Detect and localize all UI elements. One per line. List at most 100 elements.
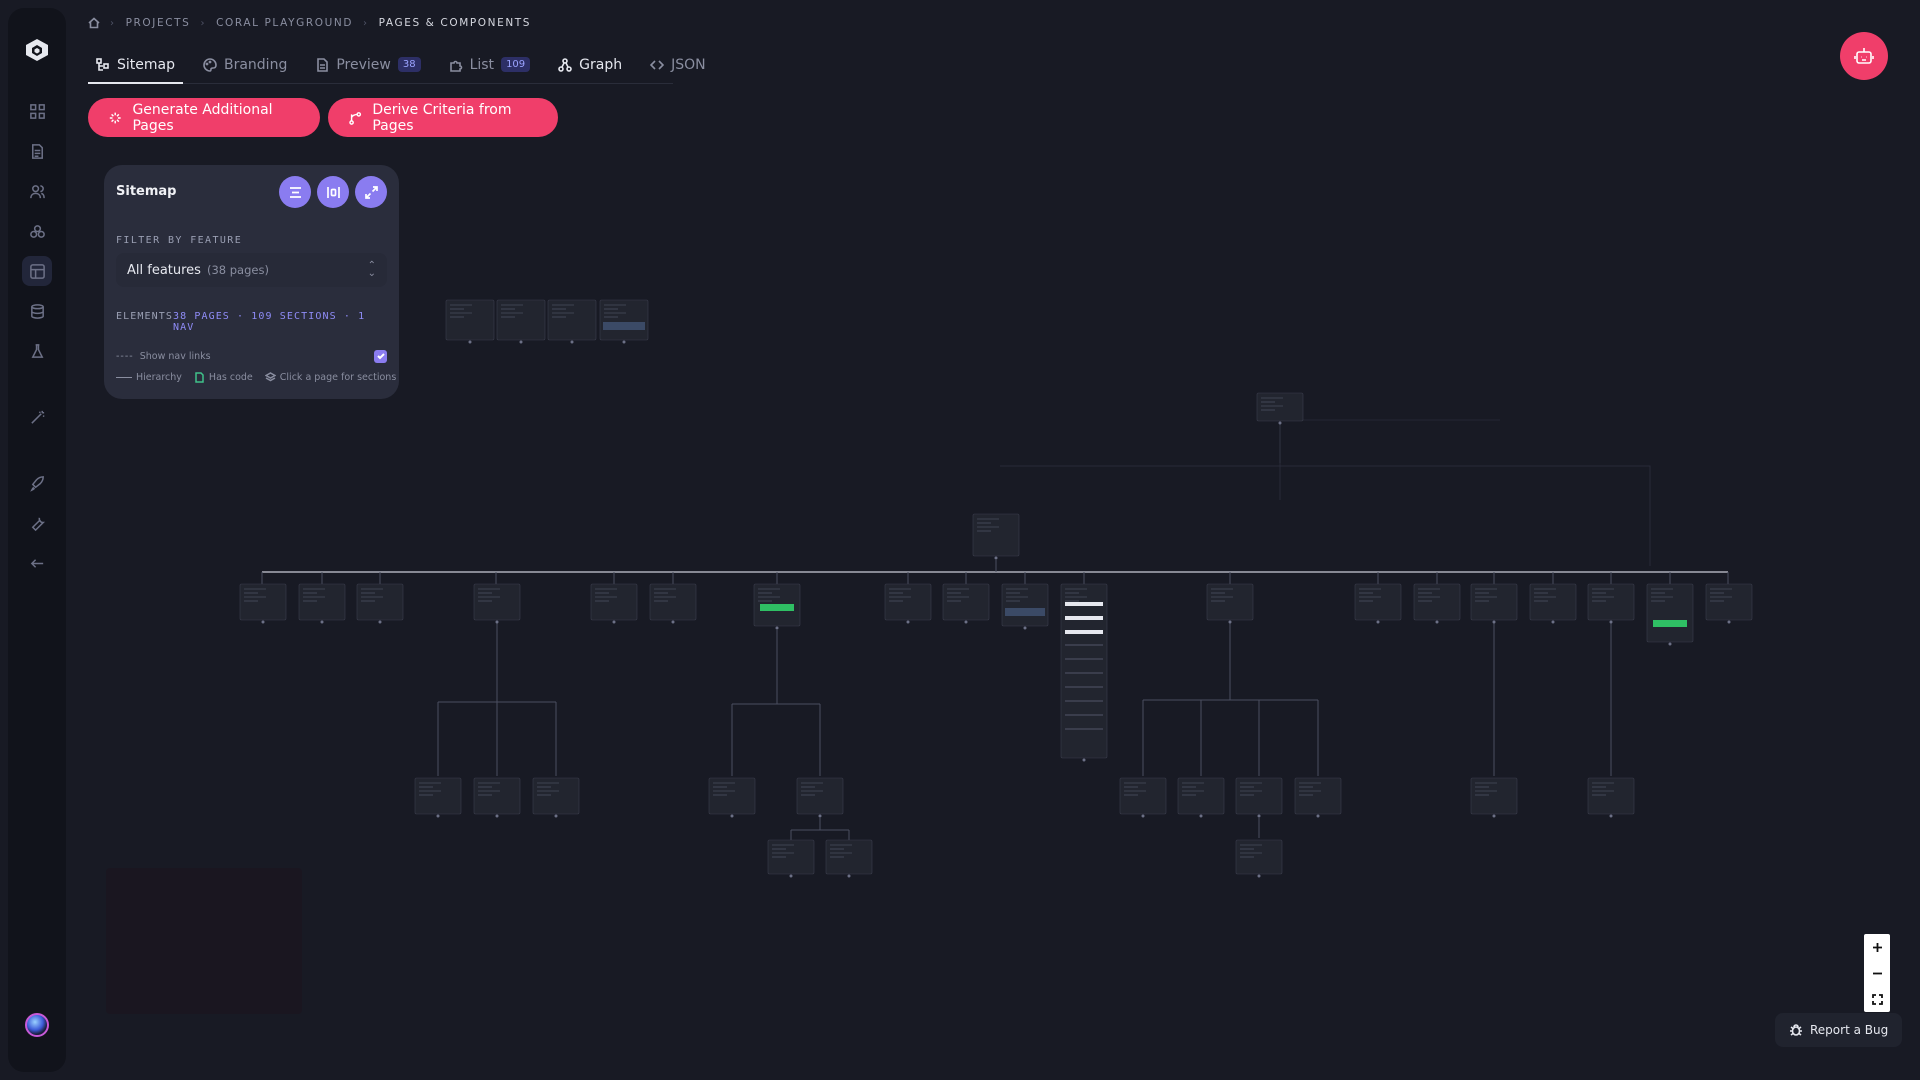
robot-icon <box>1854 48 1874 64</box>
page-node[interactable] <box>1001 583 1049 630</box>
page-node[interactable] <box>1060 583 1108 762</box>
tab-graph[interactable]: Graph <box>550 46 630 83</box>
page-node[interactable] <box>1119 777 1167 818</box>
spacing-icon <box>326 186 340 198</box>
page-node[interactable] <box>796 777 844 818</box>
page-node[interactable] <box>473 777 521 818</box>
elements-label: ELEMENTS <box>116 311 173 322</box>
page-node[interactable] <box>496 299 546 344</box>
page-node[interactable] <box>1294 777 1342 818</box>
home-icon[interactable] <box>88 17 100 29</box>
page-node[interactable] <box>445 299 495 344</box>
tab-branding[interactable]: Branding <box>195 46 295 83</box>
page-node[interactable] <box>884 583 932 624</box>
sitemap-icon <box>96 57 109 71</box>
page-node[interactable] <box>708 777 756 818</box>
breadcrumb-project[interactable]: CORAL PLAYGROUND <box>216 17 353 29</box>
page-node[interactable] <box>599 299 649 344</box>
page-node[interactable] <box>547 299 597 344</box>
graph-minimap[interactable] <box>106 868 302 1014</box>
tab-label: Preview <box>336 56 391 73</box>
bug-icon <box>1790 1024 1802 1036</box>
page-node[interactable] <box>825 839 873 878</box>
page-node[interactable] <box>1470 583 1518 624</box>
fit-view-button[interactable] <box>355 176 387 208</box>
page-node[interactable] <box>532 777 580 818</box>
expand-icon <box>364 185 378 199</box>
page-node[interactable] <box>1705 583 1753 624</box>
back-arrow-icon[interactable] <box>22 548 52 578</box>
avatar[interactable] <box>25 1013 49 1037</box>
dashboard-icon[interactable] <box>22 96 52 126</box>
elements-value: 38 PAGES · 109 SECTIONS · 1 NAV <box>172 311 366 333</box>
flask-icon[interactable] <box>22 336 52 366</box>
page-node[interactable] <box>1235 777 1283 818</box>
rocket-icon[interactable] <box>22 468 52 498</box>
page-node[interactable] <box>473 583 521 624</box>
graph-icon <box>558 57 572 72</box>
derive-criteria-button[interactable]: Derive Criteria from Pages <box>328 98 558 137</box>
page-node[interactable] <box>972 513 1020 560</box>
page-node[interactable] <box>1587 583 1635 624</box>
plus-icon <box>1872 942 1882 952</box>
tab-label: Graph <box>579 56 623 73</box>
tab-sitemap[interactable]: Sitemap <box>88 46 183 84</box>
ai-assistant-button[interactable] <box>1840 32 1888 80</box>
show-nav-checkbox[interactable] <box>374 349 387 363</box>
legend-code: Has code <box>194 372 253 383</box>
puzzle-icon <box>449 60 462 72</box>
legend-click: Click a page for sections <box>264 372 396 383</box>
zoom-out-button[interactable] <box>1864 960 1890 986</box>
breadcrumb-projects[interactable]: PROJECTS <box>126 17 191 29</box>
tab-json[interactable]: JSON <box>642 46 714 83</box>
page-node[interactable] <box>1354 583 1402 624</box>
zoom-in-button[interactable] <box>1864 934 1890 960</box>
layout-horizontal-button[interactable] <box>317 176 349 208</box>
page-node[interactable] <box>356 583 404 624</box>
align-center-icon <box>289 186 301 198</box>
graph-legend: Hierarchy Has code Click a page for sect… <box>116 372 396 383</box>
layout-icon[interactable] <box>22 256 52 286</box>
page-node[interactable] <box>767 839 815 878</box>
page-node[interactable] <box>1206 583 1254 624</box>
report-bug-button[interactable]: Report a Bug <box>1775 1013 1903 1047</box>
page-node[interactable] <box>942 583 990 624</box>
layers-icon <box>264 372 276 382</box>
page-node[interactable] <box>1529 583 1577 624</box>
select-chevron-icon: ⌃ ⌄ <box>367 260 376 279</box>
users-icon[interactable] <box>22 176 52 206</box>
page-node[interactable] <box>1413 583 1461 624</box>
app-logo-icon[interactable] <box>21 34 53 66</box>
fit-screen-button[interactable] <box>1864 986 1890 1012</box>
features-icon[interactable] <box>22 216 52 246</box>
page-node[interactable] <box>1256 392 1304 425</box>
generate-pages-label: Generate Additional Pages <box>132 101 273 134</box>
breadcrumb: › PROJECTS › CORAL PLAYGROUND › PAGES & … <box>88 16 531 30</box>
layout-vertical-button[interactable] <box>279 176 311 208</box>
database-icon[interactable] <box>22 296 52 326</box>
page-node[interactable] <box>239 583 287 624</box>
panel-title: Sitemap <box>116 184 177 199</box>
page-node[interactable] <box>590 583 638 624</box>
page-node[interactable] <box>298 583 346 624</box>
page-node[interactable] <box>753 583 801 630</box>
page-node[interactable] <box>1235 839 1283 878</box>
tab-list[interactable]: List 109 <box>441 46 539 83</box>
wrench-icon[interactable] <box>22 508 52 538</box>
left-rail <box>8 8 66 1072</box>
page-node[interactable] <box>1470 777 1518 818</box>
view-tabs: Sitemap Branding Preview 38 List 109 Gra… <box>88 46 706 84</box>
page-node[interactable] <box>414 777 462 818</box>
magic-wand-icon[interactable] <box>22 402 52 432</box>
page-node[interactable] <box>1177 777 1225 818</box>
page-nodes[interactable] <box>239 299 1753 878</box>
page-node[interactable] <box>1646 583 1694 646</box>
tab-preview[interactable]: Preview 38 <box>307 46 428 83</box>
page-node[interactable] <box>1587 777 1635 818</box>
generate-pages-button[interactable]: Generate Additional Pages <box>88 98 320 137</box>
filter-count: (38 pages) <box>206 263 269 277</box>
feature-filter-select[interactable]: All features (38 pages) ⌃ ⌄ <box>116 253 387 287</box>
hierarchy-line-icon <box>116 377 132 378</box>
document-icon[interactable] <box>22 136 52 166</box>
page-node[interactable] <box>649 583 697 624</box>
